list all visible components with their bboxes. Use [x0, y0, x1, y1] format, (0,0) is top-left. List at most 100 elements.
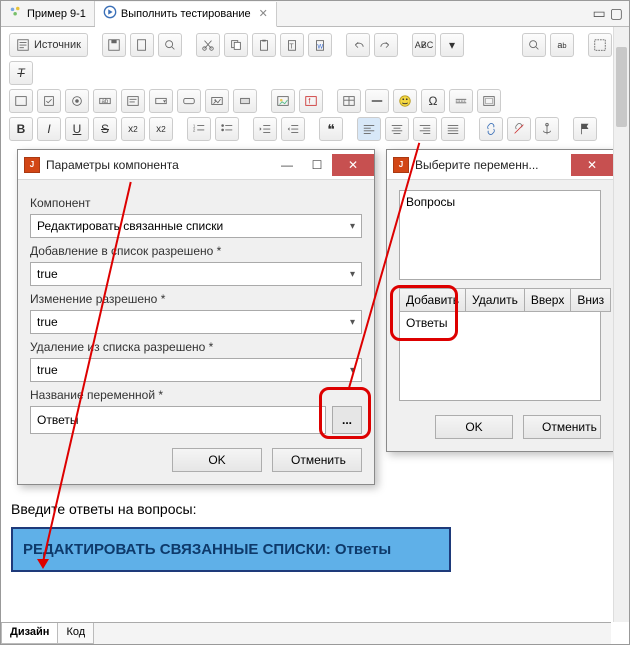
tab-example[interactable]: Пример 9-1: [1, 1, 95, 26]
image-button-icon[interactable]: [205, 89, 229, 113]
list-item[interactable]: Вопросы: [406, 195, 594, 209]
browse-button[interactable]: ...: [332, 406, 362, 434]
numbered-list-icon[interactable]: 12: [187, 117, 211, 141]
iframe-icon[interactable]: [477, 89, 501, 113]
remove-format-icon[interactable]: T: [9, 61, 33, 85]
select-variable-dialog: J Выберите переменн... ✕ Вопросы Добавит…: [386, 149, 614, 452]
strike-icon[interactable]: S: [93, 117, 117, 141]
svg-text:ab: ab: [102, 98, 109, 105]
replace-icon[interactable]: ab: [550, 33, 574, 57]
tab-code[interactable]: Код: [57, 623, 94, 644]
delete-button[interactable]: Удалить: [466, 288, 525, 312]
underline-icon[interactable]: U: [65, 117, 89, 141]
table-icon[interactable]: [337, 89, 361, 113]
cut-icon[interactable]: [196, 33, 220, 57]
spellcheck-icon[interactable]: ABC✓: [412, 33, 436, 57]
link-icon[interactable]: [479, 117, 503, 141]
tab-close-icon[interactable]: ✕: [259, 7, 268, 20]
redo-icon[interactable]: [374, 33, 398, 57]
hr-icon[interactable]: [365, 89, 389, 113]
list-item[interactable]: Ответы: [406, 316, 594, 330]
smiley-icon[interactable]: [393, 89, 417, 113]
flash-icon[interactable]: f: [299, 89, 323, 113]
select-all-icon[interactable]: [588, 33, 612, 57]
dropdown-icon[interactable]: ▾: [440, 33, 464, 57]
maximize-button[interactable]: ☐: [302, 154, 332, 176]
label-add-allowed: Добавление в список разрешено *: [30, 244, 362, 258]
chevron-down-icon: ▾: [350, 221, 355, 232]
minimize-button[interactable]: —: [272, 154, 302, 176]
select-icon[interactable]: [149, 89, 173, 113]
source-button[interactable]: Источник: [9, 33, 88, 57]
align-left-icon[interactable]: [357, 117, 381, 141]
combo-add-allowed[interactable]: true▾: [30, 262, 362, 286]
editor-tabs: Пример 9-1 Выполнить тестирование ✕ ▭ ▢: [1, 1, 629, 27]
find-icon[interactable]: [522, 33, 546, 57]
paste-word-icon[interactable]: W: [308, 33, 332, 57]
align-justify-icon[interactable]: [441, 117, 465, 141]
maximize-icon[interactable]: ▢: [610, 5, 623, 22]
new-page-icon[interactable]: [130, 33, 154, 57]
dialog-titlebar[interactable]: J Параметры компонента — ☐ ✕: [18, 150, 374, 180]
checkbox-icon[interactable]: [37, 89, 61, 113]
combo-remove-allowed[interactable]: true▾: [30, 358, 362, 382]
undo-icon[interactable]: [346, 33, 370, 57]
close-button[interactable]: ✕: [332, 154, 374, 176]
superscript-icon[interactable]: x2: [149, 117, 173, 141]
add-button[interactable]: Добавить: [399, 288, 466, 312]
svg-text:2: 2: [193, 128, 196, 133]
down-button[interactable]: Вниз: [571, 288, 611, 312]
scrollbar-thumb[interactable]: [616, 47, 627, 127]
bottom-tabs: Дизайн Код: [1, 622, 611, 644]
dialog-title: Параметры компонента: [46, 158, 272, 172]
svg-text:T: T: [289, 44, 294, 51]
image-icon[interactable]: [271, 89, 295, 113]
blockquote-icon[interactable]: ❝: [319, 117, 343, 141]
bold-icon[interactable]: B: [9, 117, 33, 141]
indent-icon[interactable]: [281, 117, 305, 141]
copy-icon[interactable]: [224, 33, 248, 57]
cancel-button[interactable]: Отменить: [523, 415, 601, 439]
cancel-button[interactable]: Отменить: [272, 448, 362, 472]
textarea-icon[interactable]: [121, 89, 145, 113]
outdent-icon[interactable]: [253, 117, 277, 141]
up-button[interactable]: Вверх: [525, 288, 571, 312]
textfield-icon[interactable]: ab: [93, 89, 117, 113]
label-var-name: Название переменной *: [30, 388, 362, 402]
dialog-icon: J: [24, 157, 40, 173]
component-banner[interactable]: РЕДАКТИРОВАТЬ СВЯЗАННЫЕ СПИСКИ: Ответы: [11, 527, 451, 572]
subscript-icon[interactable]: x2: [121, 117, 145, 141]
hidden-field-icon[interactable]: [233, 89, 257, 113]
minimize-icon[interactable]: ▭: [593, 5, 606, 22]
label-edit-allowed: Изменение разрешено *: [30, 292, 362, 306]
tab-testing[interactable]: Выполнить тестирование ✕: [95, 2, 277, 27]
anchor-icon[interactable]: [535, 117, 559, 141]
align-right-icon[interactable]: [413, 117, 437, 141]
radio-icon[interactable]: [65, 89, 89, 113]
target-list[interactable]: Ответы: [399, 311, 601, 401]
ok-button[interactable]: OK: [435, 415, 513, 439]
flag-icon[interactable]: [573, 117, 597, 141]
combo-component[interactable]: Редактировать связанные списки▾: [30, 214, 362, 238]
preview-icon[interactable]: [158, 33, 182, 57]
italic-icon[interactable]: I: [37, 117, 61, 141]
align-center-icon[interactable]: [385, 117, 409, 141]
button-icon[interactable]: [177, 89, 201, 113]
vertical-scrollbar[interactable]: [613, 27, 629, 622]
source-list[interactable]: Вопросы: [399, 190, 601, 280]
ok-button[interactable]: OK: [172, 448, 262, 472]
component-params-dialog: J Параметры компонента — ☐ ✕ Компонент Р…: [17, 149, 375, 485]
unlink-icon[interactable]: [507, 117, 531, 141]
paste-text-icon[interactable]: T: [280, 33, 304, 57]
special-char-icon[interactable]: Ω: [421, 89, 445, 113]
pagebreak-icon[interactable]: [449, 89, 473, 113]
combo-edit-allowed[interactable]: true▾: [30, 310, 362, 334]
dialog-titlebar[interactable]: J Выберите переменн... ✕: [387, 150, 613, 180]
save-icon[interactable]: [102, 33, 126, 57]
input-var-name[interactable]: Ответы: [30, 406, 326, 434]
close-button[interactable]: ✕: [571, 154, 613, 176]
paste-icon[interactable]: [252, 33, 276, 57]
bullet-list-icon[interactable]: [215, 117, 239, 141]
form-icon[interactable]: [9, 89, 33, 113]
tab-design[interactable]: Дизайн: [1, 623, 58, 644]
